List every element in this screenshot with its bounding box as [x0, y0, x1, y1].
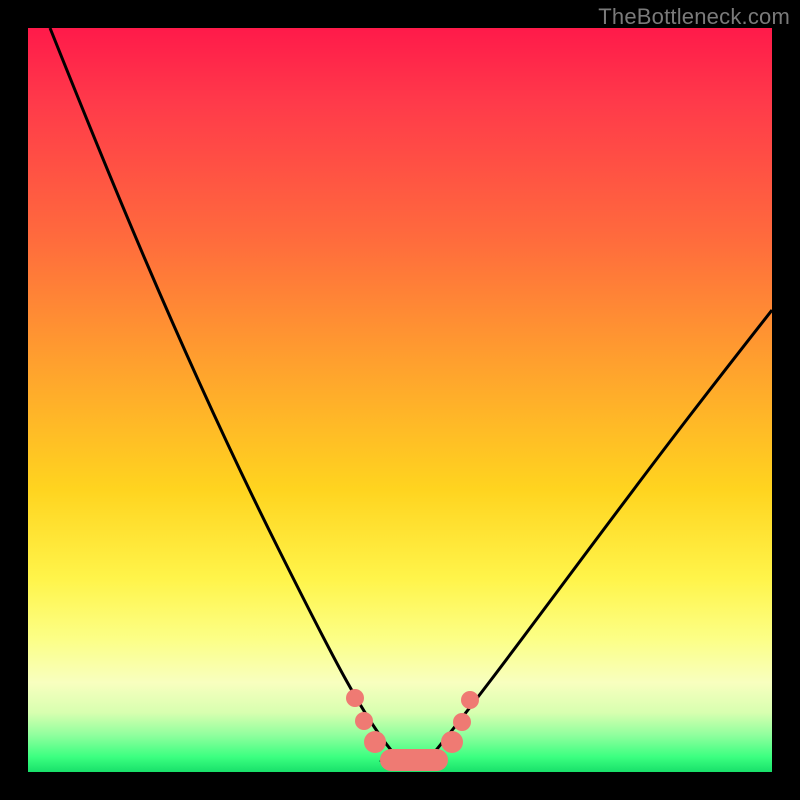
watermark-text: TheBottleneck.com: [598, 4, 790, 30]
marker-flat: [380, 749, 448, 771]
marker-dot: [355, 712, 373, 730]
marker-dot: [453, 713, 471, 731]
marker-dot: [346, 689, 364, 707]
marker-dot: [461, 691, 479, 709]
valley-markers: [28, 28, 772, 772]
marker-dot: [441, 731, 463, 753]
plot-area: [28, 28, 772, 772]
marker-dot: [364, 731, 386, 753]
chart-stage: TheBottleneck.com: [0, 0, 800, 800]
